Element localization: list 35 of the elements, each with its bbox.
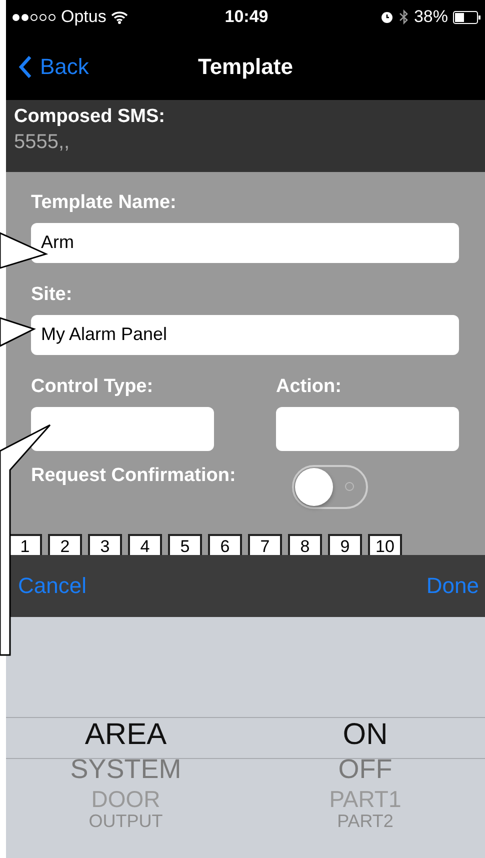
screen-title: Template (198, 54, 293, 80)
number-tab[interactable]: 2 (48, 534, 82, 556)
callout-bubble (0, 316, 36, 348)
toggle-switch[interactable] (292, 465, 368, 510)
battery-percent: 38% (414, 7, 448, 27)
carrier-name: Optus (61, 7, 106, 27)
site-label: Site: (31, 284, 72, 306)
action-field[interactable] (276, 406, 459, 451)
back-button[interactable]: Back (6, 54, 89, 80)
control-type-field[interactable] (31, 406, 214, 451)
battery-icon (452, 10, 481, 24)
template-name-label: Template Name: (31, 192, 176, 214)
bluetooth-icon (398, 9, 409, 25)
status-time: 10:49 (224, 7, 268, 27)
composed-sms-label: Composed SMS: (14, 106, 165, 128)
number-tab[interactable]: 9 (328, 534, 362, 556)
number-tab[interactable]: 8 (288, 534, 322, 556)
number-tab[interactable]: 10 (368, 534, 402, 556)
number-tab[interactable]: 1 (8, 534, 42, 556)
wifi-icon (111, 10, 128, 24)
number-tab[interactable]: 6 (208, 534, 242, 556)
action-label: Action: (276, 376, 342, 398)
signal-icon (12, 12, 56, 22)
number-tab[interactable]: 3 (88, 534, 122, 556)
number-tab[interactable]: 5 (168, 534, 202, 556)
picker-option[interactable]: ON (342, 720, 388, 756)
number-tab[interactable]: 4 (128, 534, 162, 556)
number-tab[interactable]: 7 (248, 534, 282, 556)
picker-wheel[interactable]: AREA SYSTEM DOOR OUTPUT ON OFF PART1 PART2 (6, 617, 485, 858)
back-chevron-icon (18, 55, 32, 79)
picker-option[interactable]: AREA (84, 720, 167, 756)
control-type-label: Control Type: (31, 376, 154, 398)
alarm-clock-icon (380, 10, 394, 24)
composed-sms-value: 5555,, (14, 131, 70, 154)
request-confirmation-label: Request Confirmation: (31, 464, 236, 487)
